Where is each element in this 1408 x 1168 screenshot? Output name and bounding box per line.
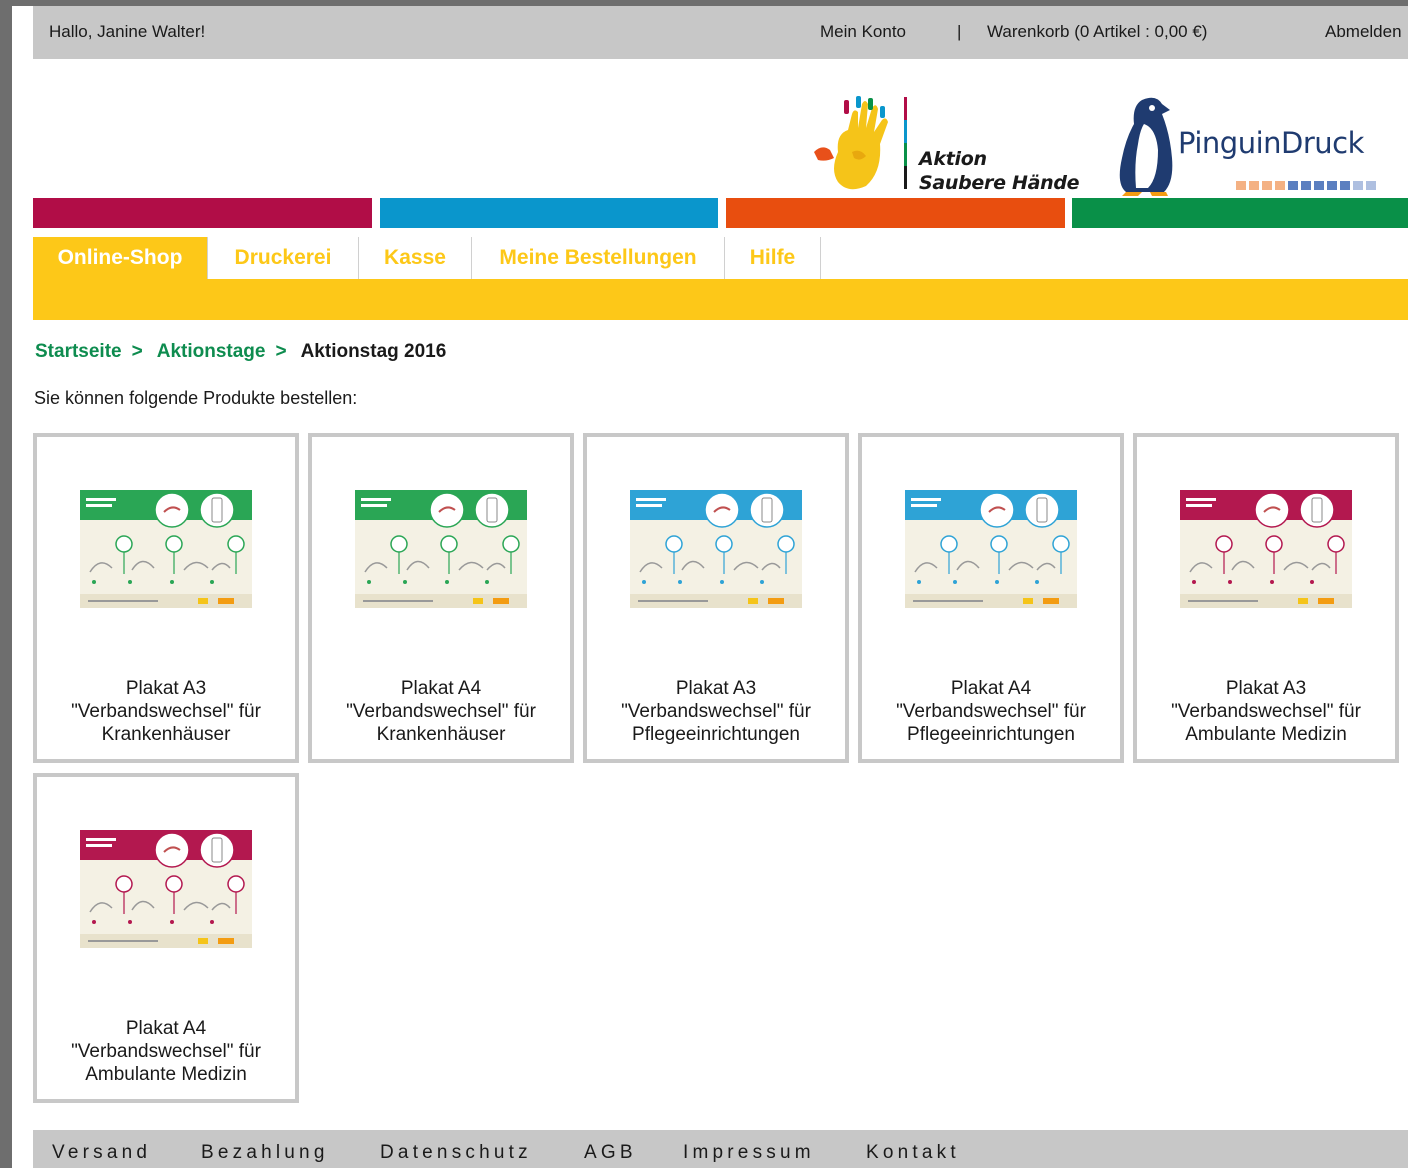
user-bar: Hallo, Janine Walter! Mein Konto | Waren… bbox=[33, 6, 1408, 59]
product-caption: Plakat A4 "Verbandswechsel" für Ambulante … bbox=[37, 1017, 295, 1086]
breadcrumb-startseite[interactable]: Startseite bbox=[35, 341, 122, 362]
product-title-line-2: "Verbandswechsel" für bbox=[346, 701, 536, 722]
product-caption: Plakat A3 "Verbandswechsel" für Krankenhäu… bbox=[37, 677, 295, 746]
product-card[interactable]: Plakat A4 "Verbandswechsel" für Ambulante … bbox=[33, 773, 299, 1103]
tab-online-shop[interactable]: Online-Shop bbox=[33, 237, 207, 279]
product-title-line-3: Pflegeeinrichtungen bbox=[907, 724, 1075, 745]
product-title-line-1: Plakat A4 bbox=[950, 678, 1032, 699]
product-card[interactable]: Plakat A4 "Verbandswechsel" für Krankenhäu… bbox=[308, 433, 574, 763]
breadcrumb: Startseite > Aktionstage > Aktionstag 2016 bbox=[35, 341, 446, 363]
footer-link-impressum[interactable]: Impressum bbox=[683, 1142, 815, 1164]
product-title-line-3: Ambulante Medizin bbox=[85, 1064, 247, 1085]
product-title-line-2: "Verbandswechsel" für bbox=[71, 701, 261, 722]
product-caption: Plakat A4 "Verbandswechsel" für Krankenhäu… bbox=[312, 677, 570, 746]
logo-divider bbox=[904, 97, 907, 189]
color-bar-4 bbox=[1072, 198, 1408, 228]
product-title-line-2: "Verbandswechsel" für bbox=[1171, 701, 1361, 722]
product-title-line-2: "Verbandswechsel" für bbox=[896, 701, 1086, 722]
product-card[interactable]: Plakat A3 "Verbandswechsel" für Ambulante … bbox=[1133, 433, 1399, 763]
product-card[interactable]: Plakat A4 "Verbandswechsel" für Pflegeeinr… bbox=[858, 433, 1124, 763]
breadcrumb-current: Aktionstag 2016 bbox=[300, 341, 447, 362]
footer-link-agb[interactable]: AGB bbox=[584, 1142, 637, 1164]
poster-thumbnail bbox=[1180, 490, 1352, 608]
main-nav: Online-Shop Druckerei Kasse Meine Bestel… bbox=[33, 237, 1408, 320]
poster-thumbnail bbox=[80, 830, 252, 948]
poster-thumbnail bbox=[80, 490, 252, 608]
product-title-line-1: Plakat A3 bbox=[125, 678, 207, 699]
product-title-line-2: "Verbandswechsel" für bbox=[71, 1041, 261, 1062]
poster-thumbnail bbox=[905, 490, 1077, 608]
poster-thumbnail bbox=[630, 490, 802, 608]
penguin-logo-icon bbox=[1119, 97, 1173, 196]
color-bar-3 bbox=[726, 198, 1065, 228]
product-card[interactable]: Plakat A3 "Verbandswechsel" für Krankenhäu… bbox=[33, 433, 299, 763]
breadcrumb-arrow: > bbox=[131, 341, 143, 362]
product-title-line-3: Pflegeeinrichtungen bbox=[632, 724, 800, 745]
product-title-line-3: Krankenhäuser bbox=[101, 724, 231, 745]
footer-link-kontakt[interactable]: Kontakt bbox=[866, 1142, 960, 1164]
aktion-logo-text: Aktion Saubere Hände bbox=[919, 147, 1080, 195]
product-title-line-2: "Verbandswechsel" für bbox=[621, 701, 811, 722]
footer-link-datenschutz[interactable]: Datenschutz bbox=[380, 1142, 532, 1164]
nav-band bbox=[33, 279, 1408, 320]
aktion-line-2: Saubere Hände bbox=[919, 172, 1080, 194]
footer: Versand Bezahlung Datenschutz AGB Impres… bbox=[33, 1130, 1408, 1168]
product-caption: Plakat A3 "Verbandswechsel" für Pflegeeinr… bbox=[587, 677, 845, 746]
poster-thumbnail bbox=[355, 490, 527, 608]
product-title-line-1: Plakat A4 bbox=[125, 1018, 207, 1039]
color-bar-1 bbox=[33, 198, 372, 228]
product-title-line-1: Plakat A4 bbox=[400, 678, 482, 699]
tab-hilfe[interactable]: Hilfe bbox=[725, 237, 821, 279]
product-title-line-1: Plakat A3 bbox=[1225, 678, 1307, 699]
greeting-text: Hallo, Janine Walter! bbox=[49, 22, 206, 41]
page: Hallo, Janine Walter! Mein Konto | Waren… bbox=[12, 6, 1408, 1168]
product-title-line-3: Krankenhäuser bbox=[376, 724, 506, 745]
color-bar-2 bbox=[380, 198, 718, 228]
breadcrumb-arrow: > bbox=[275, 341, 287, 362]
product-caption: Plakat A4 "Verbandswechsel" für Pflegeeinr… bbox=[862, 677, 1120, 746]
separator: | bbox=[957, 22, 962, 41]
breadcrumb-aktionstage[interactable]: Aktionstage bbox=[157, 341, 266, 362]
product-title-line-1: Plakat A3 bbox=[675, 678, 757, 699]
footer-link-versand[interactable]: Versand bbox=[52, 1142, 151, 1164]
aktion-line-1: Aktion bbox=[919, 148, 987, 170]
footer-link-bezahlung[interactable]: Bezahlung bbox=[201, 1142, 329, 1164]
my-account-link[interactable]: Mein Konto bbox=[820, 22, 906, 42]
hand-logo-icon bbox=[814, 96, 888, 190]
pinguin-logo-text: PinguinDruck bbox=[1178, 126, 1364, 160]
cart-link[interactable]: Warenkorb (0 Artikel : 0,00 €) bbox=[987, 22, 1207, 42]
product-caption: Plakat A3 "Verbandswechsel" für Ambulante … bbox=[1137, 677, 1395, 746]
pinguin-dots bbox=[1236, 177, 1379, 190]
tab-kasse[interactable]: Kasse bbox=[359, 237, 472, 279]
intro-text: Sie können folgende Produkte bestellen: bbox=[34, 388, 358, 408]
product-title-line-3: Ambulante Medizin bbox=[1185, 724, 1347, 745]
product-card[interactable]: Plakat A3 "Verbandswechsel" für Pflegeeinr… bbox=[583, 433, 849, 763]
tab-druckerei[interactable]: Druckerei bbox=[207, 237, 359, 279]
tab-meine-bestellungen[interactable]: Meine Bestellungen bbox=[472, 237, 725, 279]
logout-link[interactable]: Abmelden bbox=[1325, 22, 1402, 42]
